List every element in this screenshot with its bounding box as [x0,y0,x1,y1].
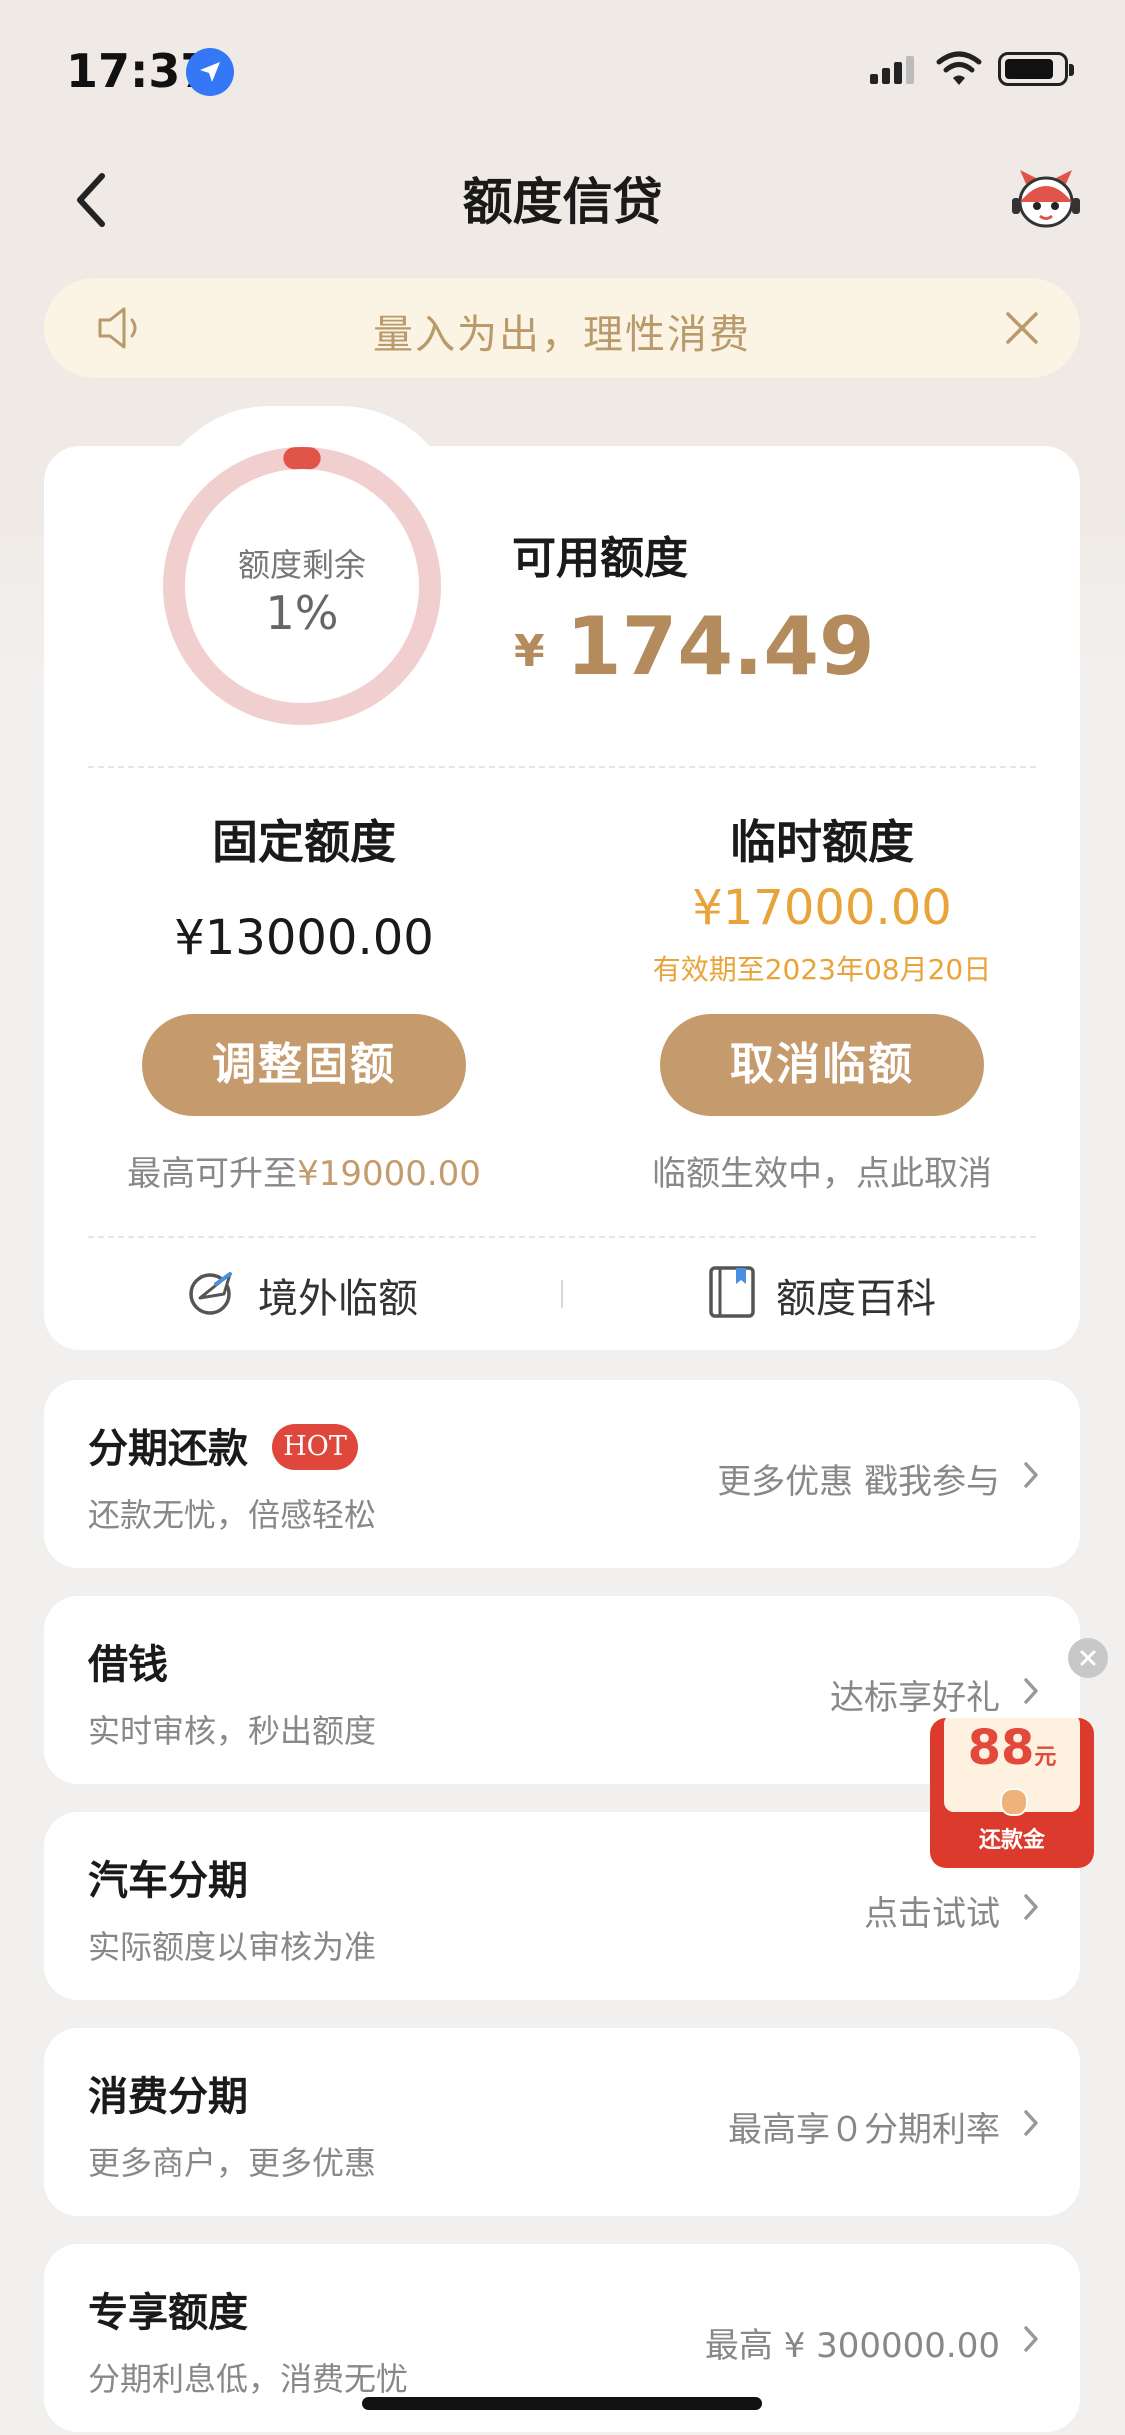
chevron-right-icon [1024,1894,1038,1920]
promo-amount: 88元 [944,1720,1080,1776]
chevron-right-icon [1024,1462,1038,1488]
home-indicator[interactable] [362,2397,762,2410]
red-packet-promo[interactable]: 88元 还款金 [930,1718,1094,1868]
consumer-installment-row[interactable]: 消费分期 更多商户，更多优惠 最高享０分期利率 [44,2028,1080,2216]
row-subtitle: 实时审核，秒出额度 [88,1712,377,1750]
cancel-temp-credit-button[interactable]: 取消临额 [660,1014,984,1116]
customer-service-mascot-icon[interactable] [1010,166,1082,234]
car-installment-row[interactable]: 汽车分期 实际额度以审核为准 点击试试 [44,1812,1080,2000]
fixed-note-amount: ¥19000.00 [297,1154,481,1194]
ring-label: 额度剩余 [237,546,366,584]
available-credit-amount: 174.49 [566,600,875,693]
battery-icon [998,52,1074,86]
promo-amount-unit: 元 [1034,1745,1057,1770]
chevron-right-icon [1024,2110,1038,2136]
adjust-fixed-credit-button[interactable]: 调整固额 [142,1014,466,1116]
currency-symbol: ¥ [514,626,545,677]
ring-percent: 1% [265,586,339,640]
chevron-right-icon [1024,2326,1038,2352]
row-subtitle: 还款无忧，倍感轻松 [88,1496,377,1534]
promo-amount-value: 88 [967,1720,1035,1776]
row-title: 分期还款 [88,1426,248,1472]
temp-credit-note[interactable]: 临额生效中，点此取消 [572,1146,1072,1195]
temp-credit-validity: 有效期至2023年08月20日 [652,953,992,986]
book-icon [709,1266,755,1318]
fixed-credit-title: 固定额度 [212,815,396,869]
credit-wiki-link[interactable]: 额度百科 [776,1266,936,1324]
fixed-credit-note[interactable]: 最高可升至¥19000.00 [54,1146,554,1195]
hot-badge: HOT [272,1424,358,1470]
notice-text: 量入为出，理性消费 [373,312,751,358]
temp-credit-title: 临时额度 [730,815,914,869]
status-bar: 17:37 [0,0,1125,140]
cellular-signal-icon [870,56,914,84]
promo-caption: 还款金 [978,1828,1045,1853]
page-title: 额度信贷 [462,173,663,231]
fixed-note-prefix: 最高可升至 [127,1154,298,1194]
wifi-icon [936,51,982,85]
temp-credit-amount: ¥17000.00 [692,880,952,936]
row-action-text: 达标享好礼 [830,1678,1000,1718]
row-title: 借钱 [88,1642,168,1688]
row-action-text: 最高享０分期利率 [728,2110,1000,2150]
close-icon[interactable] [1002,308,1042,348]
divider [88,1236,1036,1238]
row-action-text: 最高 ¥ 300000.00 [704,2326,1000,2366]
borrow-money-row[interactable]: 借钱 实时审核，秒出额度 达标享好礼 [44,1596,1080,1784]
packet-seal-icon [1000,1788,1028,1816]
fixed-credit-amount: ¥13000.00 [174,910,434,966]
overseas-plane-icon [189,1272,232,1315]
row-title: 专享额度 [88,2290,248,2336]
row-title: 汽车分期 [88,1858,248,1904]
row-action-text: 点击试试 [864,1894,1000,1934]
row-subtitle: 更多商户，更多优惠 [88,2144,377,2182]
divider [88,766,1036,768]
chevron-right-icon [1024,1678,1038,1704]
notice-banner: 量入为出，理性消费 [44,278,1080,378]
row-action-text: 更多优惠 戳我参与 [717,1462,1000,1502]
overseas-temp-credit-link[interactable]: 境外临额 [258,1266,418,1324]
location-icon [186,48,234,96]
row-title: 消费分期 [88,2074,248,2120]
installment-repay-row[interactable]: 分期还款 HOT 还款无忧，倍感轻松 更多优惠 戳我参与 [44,1380,1080,1568]
available-credit-label: 可用额度 [512,533,688,584]
close-promo-icon[interactable] [1068,1638,1108,1678]
row-subtitle: 分期利息低，消费无忧 [88,2360,409,2398]
row-subtitle: 实际额度以审核为准 [88,1928,377,1966]
link-separator [561,1280,563,1308]
